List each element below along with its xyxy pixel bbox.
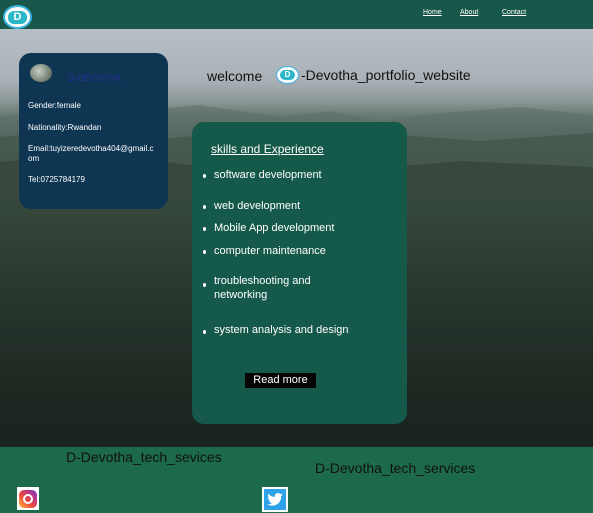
profile-tel: Tel:0725784179 [28,175,85,184]
site-name: -Devotha_portfolio_website [301,67,471,83]
read-more-button[interactable]: Read more [245,373,316,388]
skill-item: software development [214,169,322,181]
skill-item: Mobile App development [214,222,335,234]
profile-gender: Gender:female [28,101,81,110]
instagram-logo [19,489,37,508]
footer: D-Devotha_tech_sevices D-Devotha_tech_se… [0,447,593,513]
instagram-ring [23,493,33,504]
bullet-icon [203,283,206,287]
skill-item: web development [214,200,301,212]
nav-link-about[interactable]: About [460,9,478,16]
skill-item: computer maintenance [214,245,326,257]
d-logo-icon: D [276,66,299,84]
top-navbar: D Home About Contact [0,0,593,29]
profile-name: D-DEVOTHA [68,73,122,83]
profile-nationality: Nationality:Rwandan [28,123,102,132]
logo-letter: D [8,10,27,24]
skill-item: troubleshooting and networking [214,275,311,301]
skill-item: system analysis and design [214,324,349,336]
twitter-icon[interactable] [262,487,288,512]
skills-title: skills and Experience [211,142,324,156]
bullet-icon [203,250,206,254]
logo-letter: D [280,70,295,80]
bullet-icon [203,174,206,178]
footer-right-text: D-Devotha_tech_services [315,460,476,476]
instagram-icon[interactable] [17,487,39,510]
profile-email: Email:tuyizeredevotha404@gmail.com [28,144,154,163]
welcome-text: welcome [207,68,263,84]
twitter-bird [267,493,283,506]
nav-link-home[interactable]: Home [423,9,442,16]
footer-left-text: D-Devotha_tech_sevices [66,449,222,465]
profile-card: D-DEVOTHA Gender:female Nationality:Rwan… [19,53,168,209]
bullet-icon [203,227,206,231]
skills-card: skills and Experience software developme… [192,122,407,424]
bullet-icon [203,205,206,209]
nav-link-contact[interactable]: Contact [502,9,526,16]
bullet-icon [203,330,206,334]
avatar [30,64,52,82]
d-logo-icon[interactable]: D [3,5,32,29]
